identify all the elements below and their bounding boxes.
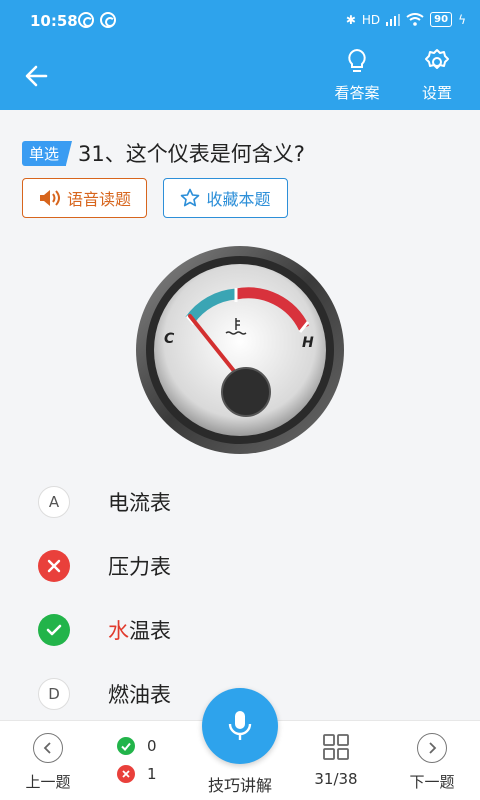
explain-label: 技巧讲解 xyxy=(207,776,272,795)
speaker-icon xyxy=(39,190,60,206)
explain-mic-button[interactable] xyxy=(202,688,278,764)
status-app-icons xyxy=(78,12,116,28)
correct-dot-icon xyxy=(117,737,135,755)
read-aloud-button[interactable]: 语音读题 xyxy=(22,178,147,218)
gauge-cold-label: C xyxy=(164,331,175,347)
settings-button[interactable]: 设置 xyxy=(407,48,467,103)
network-label: HD xyxy=(361,12,381,27)
notification-icon xyxy=(78,12,94,28)
bluetooth-icon: ✱ xyxy=(345,12,356,27)
signal-icon xyxy=(386,13,401,26)
settings-label: 设置 xyxy=(421,84,452,102)
option-c-text: 水温表 xyxy=(108,615,171,645)
battery-indicator: 90 xyxy=(430,12,453,27)
notification-icon-2 xyxy=(100,12,116,28)
wrong-count-value: 1 xyxy=(147,765,157,783)
option-a-letter: A xyxy=(38,486,70,518)
option-c[interactable]: 水温表 xyxy=(38,610,438,650)
chevron-left-icon xyxy=(33,733,63,763)
show-answer-label: 看答案 xyxy=(334,84,380,102)
star-icon xyxy=(181,188,200,207)
option-d-text: 燃油表 xyxy=(108,683,171,707)
lightbulb-icon xyxy=(348,48,366,72)
prev-question-button[interactable]: 上一题 xyxy=(20,733,76,792)
gear-icon xyxy=(425,49,449,69)
favorite-button[interactable]: 收藏本题 xyxy=(163,178,288,218)
status-bar: 10:58 ✱ HD 90 ϟ xyxy=(0,0,480,44)
temperature-gauge-image: C H xyxy=(136,246,344,454)
prev-question-label: 上一题 xyxy=(25,773,71,791)
option-b[interactable]: 压力表 xyxy=(38,546,438,586)
favorite-label: 收藏本题 xyxy=(206,190,271,209)
status-time: 10:58 xyxy=(30,12,78,30)
wrong-dot-icon xyxy=(117,765,135,783)
question-grid-button[interactable]: 31/38 xyxy=(310,733,362,788)
option-b-text: 压力表 xyxy=(108,555,171,579)
question-header: 单选 31、这个仪表是何含义? xyxy=(22,138,305,168)
charging-icon: ϟ xyxy=(458,12,466,27)
next-question-button[interactable]: 下一题 xyxy=(404,733,460,792)
correct-count-value: 0 xyxy=(147,737,157,755)
next-question-label: 下一题 xyxy=(409,773,455,791)
question-text: 31、这个仪表是何含义? xyxy=(78,142,305,166)
option-a[interactable]: A 电流表 xyxy=(38,482,438,522)
grid-icon xyxy=(323,734,349,760)
option-d-letter: D xyxy=(38,678,70,710)
back-arrow-icon[interactable] xyxy=(18,58,58,94)
option-a-text: 电流表 xyxy=(108,491,171,515)
correct-count: 0 xyxy=(117,737,157,755)
show-answer-button[interactable]: 看答案 xyxy=(327,48,387,103)
option-c-highlight: 水 xyxy=(108,619,129,643)
option-c-rest: 温表 xyxy=(129,619,171,643)
wifi-icon xyxy=(406,13,424,26)
status-right: ✱ HD 90 ϟ xyxy=(346,12,466,27)
question-type-tag: 单选 xyxy=(22,140,73,166)
microphone-icon xyxy=(228,711,252,740)
wrong-mark-icon xyxy=(38,550,70,582)
read-aloud-label: 语音读题 xyxy=(66,190,131,209)
progress-label: 31/38 xyxy=(314,770,358,788)
top-app-bar: 看答案 设置 xyxy=(0,44,480,110)
wrong-count: 1 xyxy=(117,765,157,783)
gauge-hot-label: H xyxy=(302,335,314,351)
chevron-right-icon xyxy=(417,733,447,763)
correct-mark-icon xyxy=(38,614,70,646)
